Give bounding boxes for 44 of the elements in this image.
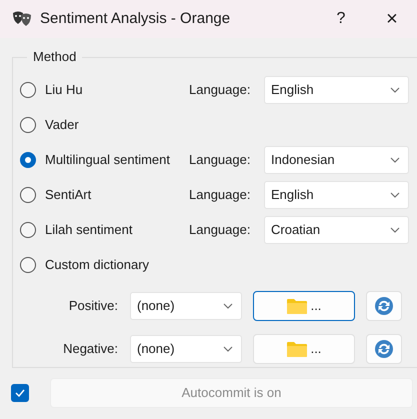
close-button[interactable]: × [379, 4, 405, 34]
language-dropdown[interactable]: English [264, 180, 409, 208]
radio-label[interactable]: Multilingual sentiment [45, 150, 189, 170]
field-label: Positive: [68, 297, 119, 316]
browse-button[interactable]: ... [253, 291, 355, 321]
folder-icon [286, 298, 307, 314]
file-dropdown[interactable]: (none) [130, 335, 242, 363]
radio-label[interactable]: Lilah sentiment [45, 220, 189, 240]
field-label: Language: [189, 186, 252, 204]
language-dropdown[interactable]: Croatian [264, 216, 409, 244]
chevron-icon [390, 226, 400, 232]
radio-button[interactable] [20, 256, 36, 272]
chevron-icon [390, 192, 400, 198]
reload-button[interactable] [366, 291, 402, 321]
folder-icon [286, 341, 307, 357]
chevron-icon [390, 156, 400, 162]
radio-label[interactable]: Custom dictionary [45, 254, 189, 274]
reload-icon [374, 339, 394, 359]
radio-button[interactable] [20, 152, 36, 168]
field-label: Language: [189, 150, 252, 169]
radio-label[interactable]: Vader [45, 114, 189, 134]
browse-button[interactable]: ... [253, 334, 355, 364]
masks-icon [12, 11, 32, 27]
radio-label[interactable]: Liu Hu [45, 80, 189, 100]
reload-button[interactable] [366, 334, 402, 364]
language-dropdown[interactable]: English [264, 76, 409, 104]
file-dropdown[interactable]: (none) [130, 292, 242, 320]
chevron-icon [223, 346, 233, 352]
help-button[interactable]: ? [331, 7, 351, 31]
radio-button[interactable] [20, 82, 36, 98]
radio-button[interactable] [20, 186, 36, 202]
radio-button[interactable] [20, 116, 36, 132]
chevron-icon [223, 303, 233, 309]
field-label: Negative: [62, 340, 119, 358]
field-label: Language: [189, 220, 252, 239]
checkmark-icon [15, 389, 25, 397]
field-label: Language: [189, 80, 252, 99]
language-dropdown[interactable]: Indonesian [264, 146, 409, 174]
window-title: Sentiment Analysis - Orange [40, 8, 230, 29]
reload-icon [374, 296, 394, 316]
radio-button[interactable] [20, 222, 36, 238]
radio-label[interactable]: SentiArt [45, 184, 189, 204]
autocommit-checkbox[interactable] [11, 384, 29, 402]
chevron-icon [390, 86, 400, 92]
